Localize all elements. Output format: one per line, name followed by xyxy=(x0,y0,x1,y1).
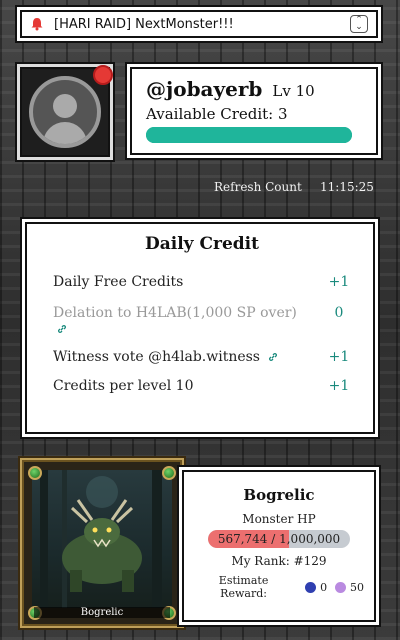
username: @jobayerb xyxy=(146,77,263,101)
user-avatar-icon xyxy=(29,76,101,148)
user-panel: @jobayerb Lv 10 Available Credit: 3 xyxy=(130,67,378,155)
raid-select-bar[interactable]: [HARI RAID] NextMonster!!! ⌃ ⌄ xyxy=(20,10,378,38)
link-icon[interactable] xyxy=(268,352,278,362)
credit-row-daily-free: Daily Free Credits +1 xyxy=(53,274,351,290)
credit-row-delegation: Delation to H4LAB(1,000 SP over) 0 xyxy=(53,305,351,337)
reward-b: 50 xyxy=(349,580,364,594)
reward-label: Estimate Reward: xyxy=(218,574,269,600)
credit-row-label: Delation to H4LAB(1,000 SP over) xyxy=(53,305,297,321)
refresh-count-label[interactable]: Refresh Count xyxy=(214,180,302,194)
raid-title: [HARI RAID] NextMonster!!! xyxy=(54,16,234,32)
credit-row-label: Credits per level 10 xyxy=(53,378,194,394)
daily-credit-panel: Daily Credit Daily Free Credits +1 Delat… xyxy=(25,222,375,434)
monster-hp-bar: 567,744 / 1,000,000 xyxy=(208,530,350,548)
coin-icon xyxy=(305,581,317,593)
reward-a: 0 xyxy=(320,580,328,594)
select-toggle-icon[interactable]: ⌃ ⌄ xyxy=(350,15,368,33)
monster-hp-label: Monster HP xyxy=(242,512,316,526)
monster-illustration xyxy=(40,470,162,608)
monster-image xyxy=(32,470,172,608)
gem-icon xyxy=(28,466,42,480)
credit-progress-bar xyxy=(146,127,352,143)
monster-hp-text: 567,744 / 1,000,000 xyxy=(217,532,341,546)
link-icon[interactable] xyxy=(57,324,67,334)
credit-row-level: Credits per level 10 +1 xyxy=(53,378,351,394)
card-name: Bogrelic xyxy=(34,607,170,618)
estimate-reward: Estimate Reward: 0 50 xyxy=(194,574,364,600)
monster-card[interactable]: Bogrelic xyxy=(22,460,182,626)
monster-name: Bogrelic xyxy=(243,486,315,504)
user-level: Lv 10 xyxy=(272,82,315,100)
credit-row-value: +1 xyxy=(328,274,350,290)
bell-icon xyxy=(31,18,43,31)
credit-row-label: Witness vote @h4lab.witness xyxy=(53,349,260,365)
credit-row-value: +1 xyxy=(328,378,350,394)
available-credit: Available Credit: 3 xyxy=(146,105,288,123)
monster-panel: Bogrelic Monster HP 567,744 / 1,000,000 … xyxy=(182,470,376,622)
coin-icon xyxy=(335,581,346,593)
credit-row-value: +1 xyxy=(328,349,350,365)
gem-icon xyxy=(162,466,176,480)
my-rank: My Rank: #129 xyxy=(231,554,327,568)
notification-dot xyxy=(93,65,113,85)
credit-row-value: 0 xyxy=(334,305,344,321)
credit-progress-fill xyxy=(146,127,352,143)
refresh-time: 11:15:25 xyxy=(320,180,374,194)
credit-row-label: Daily Free Credits xyxy=(53,274,184,290)
credit-row-witness: Witness vote @h4lab.witness +1 xyxy=(53,349,351,365)
daily-credit-title: Daily Credit xyxy=(145,234,259,254)
